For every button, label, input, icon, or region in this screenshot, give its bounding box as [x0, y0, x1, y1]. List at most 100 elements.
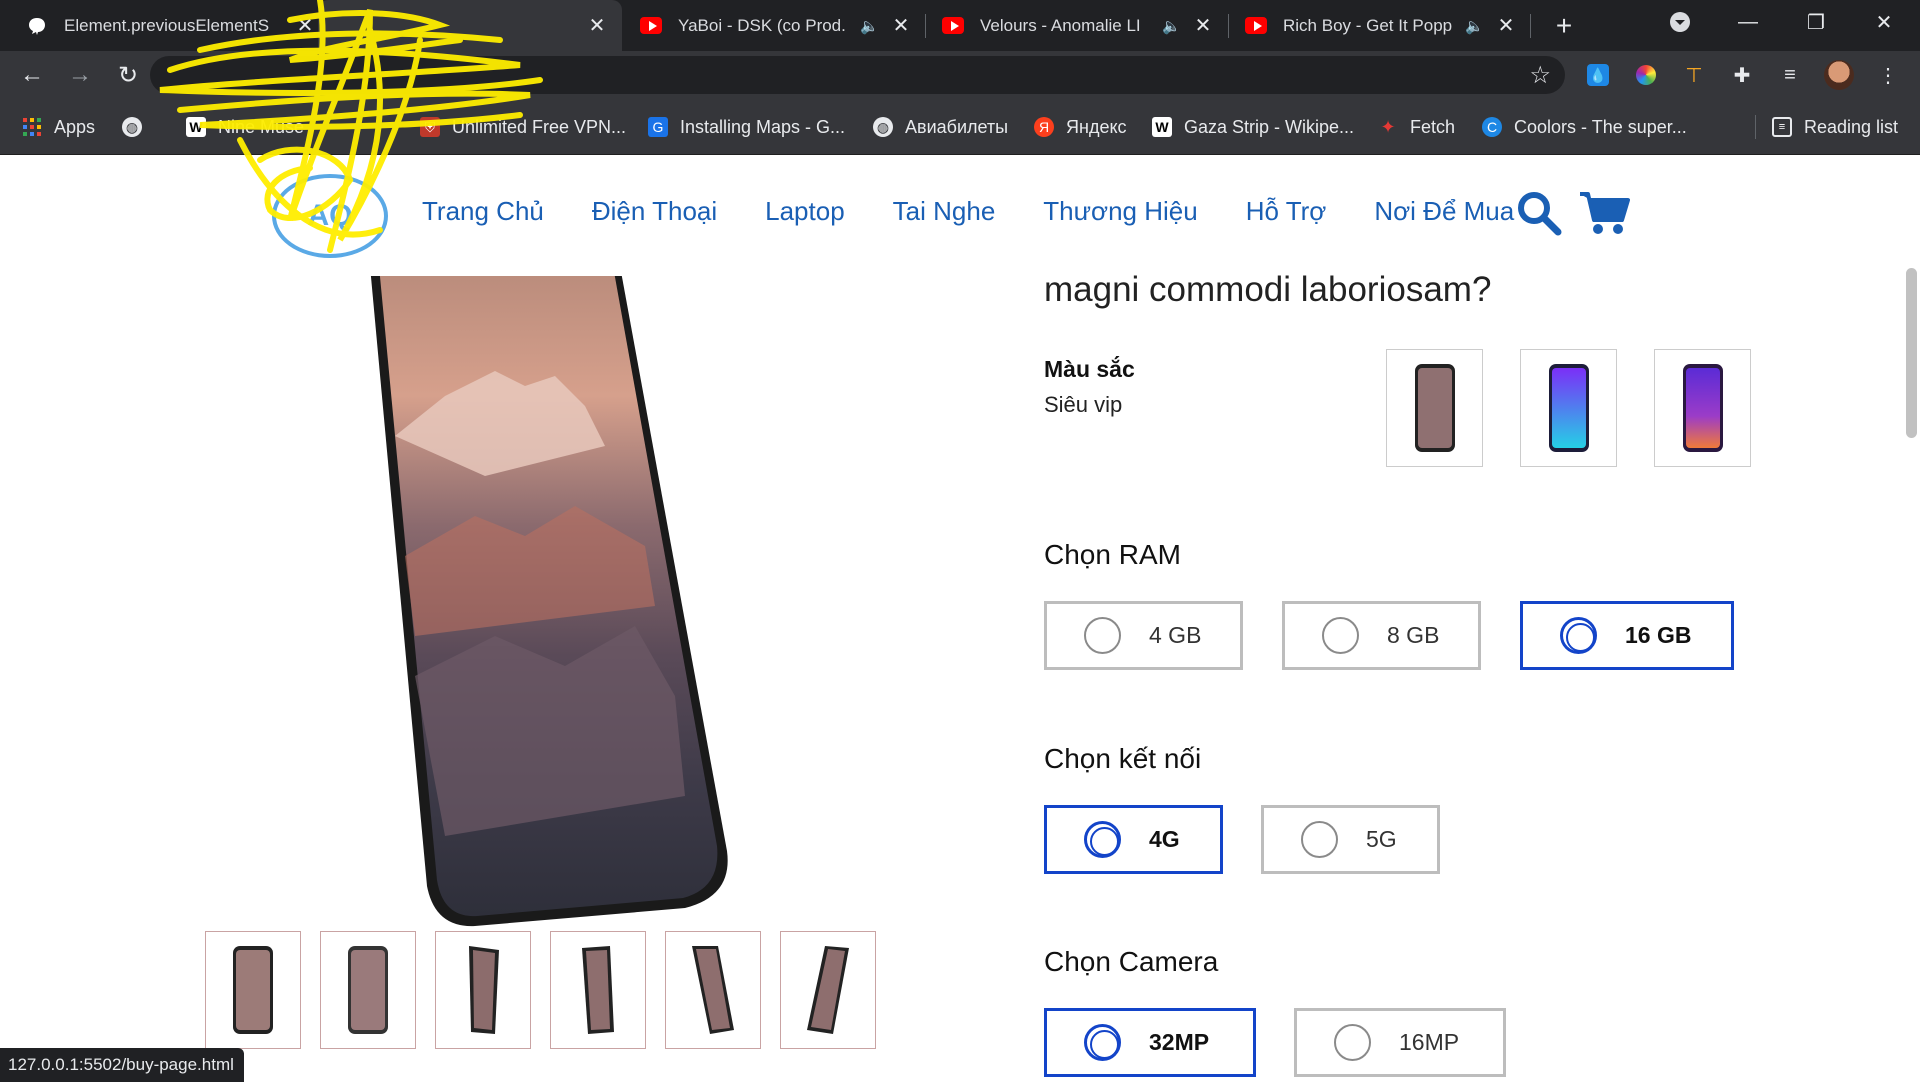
- ram-option-16gb[interactable]: 16 GB: [1520, 601, 1734, 670]
- nav-brands[interactable]: Thương Hiệu: [1043, 196, 1197, 227]
- speaker-icon[interactable]: 🔈: [1465, 17, 1485, 35]
- thumbnail[interactable]: [665, 931, 761, 1049]
- camera-option-16mp[interactable]: 16MP: [1294, 1008, 1506, 1077]
- bookmark-nine-muse[interactable]: W Nine Muse: [186, 113, 304, 141]
- tab-close-icon[interactable]: ✕: [586, 13, 608, 38]
- bookmark-aviabilety[interactable]: ◍ Авиабилеты: [873, 113, 1008, 141]
- radio-button-selected[interactable]: [1560, 617, 1597, 654]
- radio-button-selected[interactable]: [1084, 1024, 1121, 1061]
- color-wheel-extension-icon[interactable]: [1632, 61, 1660, 89]
- nav-phones[interactable]: Điện Thoại: [592, 196, 717, 227]
- nav-headphones[interactable]: Tai Nghe: [893, 196, 996, 227]
- radio-button-selected[interactable]: [1084, 821, 1121, 858]
- tab-close-icon[interactable]: ✕: [1495, 13, 1517, 38]
- bookmark-label: Installing Maps - G...: [680, 116, 846, 137]
- option-label: 8 GB: [1387, 622, 1440, 648]
- thumbnail[interactable]: [320, 931, 416, 1049]
- thumbnail[interactable]: [205, 931, 301, 1049]
- bookmark-label: Nine Muse: [218, 116, 305, 137]
- menu-kebab-icon[interactable]: ⋮: [1874, 61, 1902, 89]
- bookmark-vpn[interactable]: ⛨ Unlimited Free VPN...: [420, 113, 626, 141]
- speaker-icon[interactable]: 🔈: [860, 17, 880, 35]
- tab-divider: [925, 14, 926, 38]
- radio-button[interactable]: [1084, 617, 1121, 654]
- page-scrollbar[interactable]: [1903, 156, 1920, 1082]
- forward-arrow-icon[interactable]: →: [62, 57, 98, 93]
- back-arrow-icon[interactable]: ←: [14, 57, 50, 93]
- nav-laptop[interactable]: Laptop: [765, 196, 845, 227]
- minimize-icon[interactable]: —: [1720, 0, 1776, 44]
- bookmarks-divider: [1755, 115, 1756, 139]
- nav-home[interactable]: Trang Chủ: [422, 196, 544, 227]
- wiki-icon: W: [1152, 117, 1172, 137]
- bookmark-label: Авиабилеты: [905, 116, 1009, 137]
- address-bar[interactable]: ☆: [150, 56, 1565, 94]
- scrollbar-thumb[interactable]: [1906, 268, 1917, 438]
- speaker-icon[interactable]: 🔈: [1162, 17, 1182, 35]
- nav-support[interactable]: Hỗ Trợ: [1246, 196, 1327, 227]
- wiki-icon: W: [186, 117, 206, 137]
- bookmark-label: Gaza Strip - Wikipe...: [1184, 116, 1355, 137]
- reload-icon[interactable]: ↻: [110, 57, 146, 93]
- bookmark-apps[interactable]: Apps: [22, 113, 95, 141]
- bookmarks-bar: Apps ◍ W Nine Muse ⛨ Unlimited Free VPN.…: [0, 99, 1920, 155]
- search-icon[interactable]: [1516, 190, 1562, 236]
- fetch-icon: ✦: [1380, 116, 1396, 137]
- nav-where-to-buy[interactable]: Nơi Để Mua: [1374, 196, 1514, 227]
- tab-search-icon[interactable]: [1652, 0, 1708, 44]
- water-drop-extension-icon[interactable]: 💧: [1584, 61, 1612, 89]
- bookmark-star-icon[interactable]: ☆: [1529, 61, 1551, 90]
- tab-yaboi[interactable]: YaBoi - DSK (co Prod. 🔈 ✕: [640, 0, 912, 51]
- media-control-icon[interactable]: ≡: [1776, 61, 1804, 89]
- bookmark-globe[interactable]: ◍: [122, 113, 154, 141]
- extensions-puzzle-icon[interactable]: ✚: [1728, 61, 1756, 89]
- bookmark-coolors[interactable]: C Coolors - The super...: [1482, 113, 1687, 141]
- radio-button[interactable]: [1334, 1024, 1371, 1061]
- tab-richboy[interactable]: Rich Boy - Get It Popp 🔈 ✕: [1245, 0, 1517, 51]
- vpn-icon: ⛨: [420, 117, 440, 137]
- connect-option-4g[interactable]: 4G: [1044, 805, 1223, 874]
- tab-title: Element.previousElementS: [64, 15, 270, 35]
- connect-section-title: Chọn kết nối: [1044, 743, 1202, 774]
- bookmark-label: Unlimited Free VPN...: [452, 116, 627, 137]
- thumbnail[interactable]: [435, 931, 531, 1049]
- main-nav: Trang Chủ Điện Thoại Laptop Tai Nghe Thư…: [422, 196, 1514, 227]
- tab-active[interactable]: ✕: [318, 0, 622, 51]
- thumbnail[interactable]: [550, 931, 646, 1049]
- reading-list-button[interactable]: ≡ Reading list: [1772, 113, 1898, 141]
- ram-option-8gb[interactable]: 8 GB: [1282, 601, 1481, 670]
- ram-section-title: Chọn RAM: [1044, 539, 1181, 570]
- radio-button[interactable]: [1301, 821, 1338, 858]
- coolors-icon: C: [1482, 117, 1502, 137]
- bookmark-yandex[interactable]: Я Яндекс: [1034, 113, 1127, 141]
- radio-button[interactable]: [1322, 617, 1359, 654]
- cart-icon[interactable]: [1578, 190, 1630, 236]
- color-swatch-blue[interactable]: [1520, 349, 1617, 467]
- site-logo[interactable]: AQ: [272, 174, 388, 258]
- color-label: Màu sắc: [1044, 356, 1135, 382]
- tab-close-icon[interactable]: ✕: [1192, 13, 1214, 38]
- youtube-icon: [942, 15, 964, 37]
- new-tab-button[interactable]: +: [1536, 0, 1592, 51]
- tab-element-docs[interactable]: Element.previousElementS ✕: [26, 0, 316, 51]
- tab-close-icon[interactable]: ✕: [294, 13, 316, 38]
- apps-grid-icon: [22, 117, 42, 137]
- tab-close-icon[interactable]: ✕: [890, 13, 912, 38]
- bookmark-label: Яндекс: [1066, 116, 1127, 137]
- connect-option-5g[interactable]: 5G: [1261, 805, 1440, 874]
- profile-avatar[interactable]: [1824, 60, 1854, 90]
- maps-icon: G: [648, 117, 668, 137]
- bookmark-gaza-wiki[interactable]: W Gaza Strip - Wikipe...: [1152, 113, 1354, 141]
- ruler-extension-icon[interactable]: ⊤: [1680, 61, 1708, 89]
- bookmark-maps[interactable]: G Installing Maps - G...: [648, 113, 845, 141]
- thumbnail-strip: [205, 931, 876, 1049]
- thumbnail[interactable]: [780, 931, 876, 1049]
- bookmark-fetch[interactable]: ✦ Fetch: [1378, 113, 1455, 141]
- color-swatch-purple[interactable]: [1654, 349, 1751, 467]
- ram-option-4gb[interactable]: 4 GB: [1044, 601, 1243, 670]
- window-close-icon[interactable]: ✕: [1856, 0, 1912, 44]
- camera-option-32mp[interactable]: 32MP: [1044, 1008, 1256, 1077]
- restore-icon[interactable]: ❐: [1788, 0, 1844, 44]
- color-swatch-dark[interactable]: [1386, 349, 1483, 467]
- tab-velours[interactable]: Velours - Anomalie LI 🔈 ✕: [942, 0, 1214, 51]
